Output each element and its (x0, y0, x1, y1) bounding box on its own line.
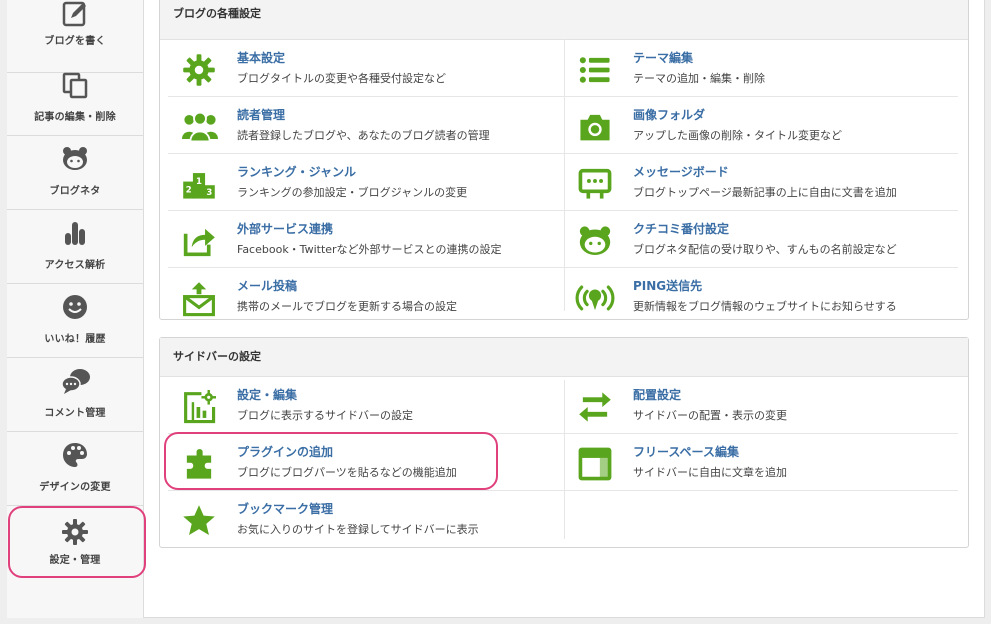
blog-settings-panel: ブログの各種設定 基本設定 ブログタイトルの変更や各種受付設定など テーマ編集 (159, 0, 969, 320)
svg-text:3: 3 (206, 188, 212, 198)
edit-icon (62, 1, 86, 27)
broadcast-icon (575, 285, 615, 311)
message-board-icon (578, 168, 612, 199)
nav-settings-management[interactable]: 設定・管理 (7, 506, 143, 580)
gear-icon (183, 54, 215, 86)
settings-item-readers[interactable]: 読者管理 読者登録したブログや、あなたのブログ読者の管理 (168, 96, 558, 153)
item-title: 画像フォルダ (633, 108, 706, 122)
item-title: ランキング・ジャンル (237, 165, 357, 179)
item-title: プラグインの追加 (237, 445, 334, 459)
gear-icon (62, 519, 88, 545)
item-desc: Facebook・Twitterなど外部サービスとの連携の設定 (237, 243, 502, 256)
readers-icon (182, 111, 218, 143)
sidebar-item-add-plugin[interactable]: プラグインの追加 ブログにブログパーツを貼るなどの機能追加 (168, 433, 558, 490)
item-title: 配置設定 (633, 388, 682, 402)
settings-item-image-folder[interactable]: 画像フォルダ アップした画像の削除・タイトル変更など (564, 96, 958, 153)
item-desc: サイドバーの配置・表示の変更 (633, 409, 787, 422)
nav-label: 設定・管理 (49, 555, 101, 566)
nav-label: デザインの変更 (39, 482, 111, 493)
item-desc: ブログトップページ最新記事の上に自由に文書を追加 (633, 186, 897, 199)
nav-like-history[interactable]: いいね！履歴 (7, 284, 143, 358)
list-icon (579, 57, 610, 83)
layout-icon (578, 447, 612, 481)
sidebar-item-free-space[interactable]: フリースペース編集 サイドバーに自由に文章を追加 (564, 433, 958, 490)
camera-icon (580, 114, 610, 141)
sidebar-settings-panel: サイドバーの設定 設定・編集 ブログに表示するサイドバーの設定 配置設定 サイド… (159, 337, 969, 548)
palette-icon (63, 443, 87, 467)
nav-edit-articles[interactable]: 記事の編集・削除 (7, 62, 143, 136)
star-icon (183, 505, 215, 535)
nav-label: アクセス解析 (44, 260, 106, 271)
item-desc: アップした画像の削除・タイトル変更など (633, 129, 842, 142)
item-desc: サイドバーに自由に文章を追加 (633, 466, 787, 479)
sidebar-item-layout-settings[interactable]: 配置設定 サイドバーの配置・表示の変更 (564, 376, 958, 433)
item-title: PING送信先 (633, 279, 703, 293)
documents-icon (62, 72, 88, 99)
sidebar-item-settings-edit[interactable]: 設定・編集 ブログに表示するサイドバーの設定 (168, 376, 558, 433)
item-title: メッセージボード (633, 165, 729, 179)
nav-comment-management[interactable]: コメント管理 (7, 358, 143, 432)
item-desc: ブログに表示するサイドバーの設定 (237, 409, 413, 422)
nav-label: 記事の編集・削除 (34, 112, 116, 123)
left-nav: ブログを書く 記事の編集・削除 ブログネタ アクセス解析 いいね！履歴 コメント… (7, 0, 144, 618)
item-desc: ランキングの参加設定・ブログジャンルの変更 (237, 186, 468, 199)
nav-label: いいね！履歴 (44, 334, 106, 345)
mascot-icon (579, 226, 611, 255)
sidebar-item-bookmark[interactable]: ブックマーク管理 お気に入りのサイトを登録してサイドバーに表示 (168, 490, 558, 547)
item-title: 読者管理 (237, 108, 286, 122)
panel-header: サイドバーの設定 (160, 338, 968, 377)
nav-design-change[interactable]: デザインの変更 (7, 432, 143, 506)
podium-icon: 1 2 3 (183, 173, 215, 199)
item-title: ブックマーク管理 (237, 502, 334, 516)
item-desc: 読者登録したブログや、あなたのブログ読者の管理 (237, 129, 490, 142)
smiley-icon (63, 295, 87, 319)
item-desc: ブログタイトルの変更や各種受付設定など (237, 72, 446, 85)
mascot-icon (63, 147, 87, 170)
item-desc: ブログにブログパーツを貼るなどの機能追加 (237, 466, 457, 479)
swap-arrows-icon (579, 392, 611, 422)
item-title: 基本設定 (237, 51, 286, 65)
settings-item-kuchikomi[interactable]: クチコミ番付設定 ブログネタ配信の受け取りや、すんもの名前設定など (564, 210, 958, 267)
settings-item-message-board[interactable]: メッセージボード ブログトップページ最新記事の上に自由に文書を追加 (564, 153, 958, 210)
mail-upload-icon (183, 282, 215, 317)
item-title: 外部サービス連携 (237, 222, 334, 236)
panel-header: ブログの各種設定 (160, 0, 968, 40)
settings-item-external-services[interactable]: 外部サービス連携 Facebook・Twitterなど外部サービスとの連携の設定 (168, 210, 558, 267)
item-desc: ブログネタ配信の受け取りや、すんもの名前設定など (633, 243, 897, 256)
settings-item-mail-post[interactable]: メール投稿 携帯のメールでブログを更新する場合の設定 (168, 267, 558, 324)
svg-text:2: 2 (186, 186, 192, 196)
nav-label: ブログを書く (44, 36, 106, 47)
svg-text:1: 1 (196, 177, 202, 187)
nav-label: コメント管理 (44, 408, 106, 419)
item-title: フリースペース編集 (633, 445, 739, 459)
settings-item-ping[interactable]: PING送信先 更新情報をブログ情報のウェブサイトにお知らせする (564, 267, 958, 324)
settings-item-basic[interactable]: 基本設定 ブログタイトルの変更や各種受付設定など (168, 39, 558, 96)
item-title: クチコミ番付設定 (633, 222, 730, 236)
item-title: テーマ編集 (633, 51, 694, 65)
sidebar-gear-icon (184, 390, 216, 424)
share-icon (183, 228, 215, 257)
nav-access-analytics[interactable]: アクセス解析 (7, 210, 143, 284)
item-title: メール投稿 (237, 279, 298, 293)
item-title: 設定・編集 (237, 388, 298, 402)
item-desc: 更新情報をブログ情報のウェブサイトにお知らせする (633, 300, 897, 313)
puzzle-icon (186, 449, 212, 479)
item-desc: テーマの追加・編集・削除 (633, 72, 765, 85)
item-desc: 携帯のメールでブログを更新する場合の設定 (237, 300, 457, 313)
nav-label: ブログネタ (49, 186, 101, 197)
settings-item-theme-edit[interactable]: テーマ編集 テーマの追加・編集・削除 (564, 39, 958, 96)
item-desc: お気に入りのサイトを登録してサイドバーに表示 (237, 523, 479, 536)
nav-blog-neta[interactable]: ブログネタ (7, 136, 143, 210)
bar-chart-icon (65, 222, 85, 245)
settings-item-ranking-genre[interactable]: 1 2 3 ランキング・ジャンル ランキングの参加設定・ブログジャンルの変更 (168, 153, 558, 210)
chat-bubbles-icon (61, 369, 90, 394)
